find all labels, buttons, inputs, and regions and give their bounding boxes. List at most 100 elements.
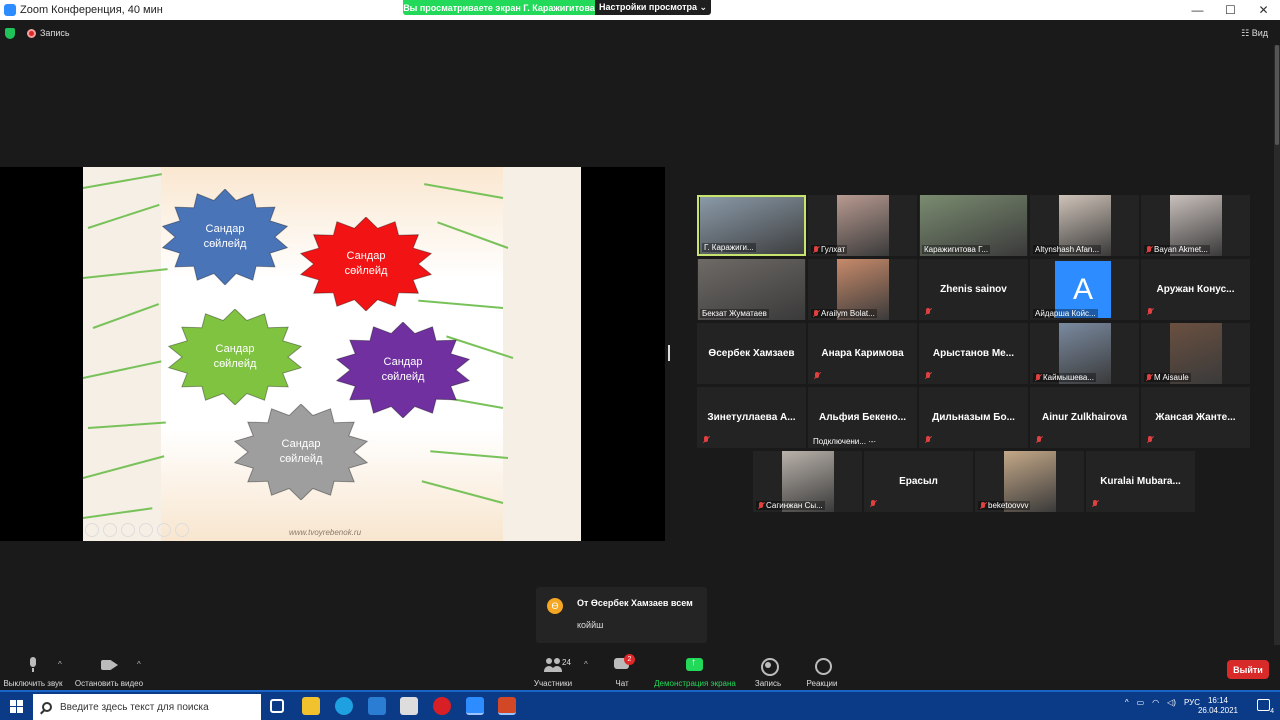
microphone-icon [24, 656, 42, 674]
participant-tile[interactable]: Жансая Жанте... [1141, 387, 1250, 448]
share-screen-button[interactable]: Демонстрация экрана [654, 650, 736, 688]
record-button[interactable]: Запись [752, 650, 784, 688]
chat-notification[interactable]: Ө От Өсербек Хамзаев всем коййш [536, 587, 707, 643]
participants-button[interactable]: Участники [532, 650, 574, 688]
participant-tile[interactable]: Өсербек Хамзаев [697, 323, 806, 384]
participant-tile[interactable]: Сагинжан Сы... [753, 451, 862, 512]
close-button[interactable]: ✕ [1247, 0, 1280, 20]
participant-name: Дильназым Бо... [932, 412, 1015, 423]
participant-tile[interactable]: Г. Каражиги... [697, 195, 806, 256]
participant-name-text: Гулхат [821, 245, 846, 254]
participant-tile[interactable]: Зинетуллаева А... [697, 387, 806, 448]
participant-tile[interactable]: Каражигитова Г... [919, 195, 1028, 256]
powerpoint-taskbar-icon[interactable] [498, 697, 516, 715]
view-button[interactable]: ☷ Вид [1241, 28, 1268, 39]
slide-next-icon[interactable] [103, 523, 117, 537]
participant-tile[interactable]: Альфия Бекено... Подключени... ·-· [808, 387, 917, 448]
participant-tile[interactable]: Bayan Akmet... [1141, 195, 1250, 256]
maximize-button[interactable]: ☐ [1214, 0, 1247, 20]
connection-status: Подключени... ·-· [813, 437, 877, 446]
slide-more-icon[interactable] [175, 523, 189, 537]
task-view-icon[interactable] [270, 699, 284, 713]
star-label: Сандар сөйлейд [279, 438, 323, 465]
zoom-app-icon [4, 4, 16, 16]
taskbar-search[interactable]: Введите здесь текст для поиска [33, 694, 261, 720]
video-options-caret[interactable]: ^ [137, 660, 141, 669]
leave-button[interactable]: Выйти [1227, 660, 1269, 679]
file-explorer-icon[interactable] [302, 697, 320, 715]
presentation-slide: Сандар сөйлейд Сандар сөйлейд Сандар сөйле… [83, 167, 581, 541]
participant-tile[interactable]: Altynshash Afan... [1030, 195, 1139, 256]
participant-name: Арыстанов Ме... [932, 348, 1015, 359]
slide-controls [85, 523, 189, 537]
slide-prev-icon[interactable] [85, 523, 99, 537]
notification-center-icon[interactable]: 4 [1257, 699, 1274, 715]
star-shape: Сандар сөйлейд [167, 308, 303, 406]
star-shape: Сандар сөйлейд [233, 403, 369, 501]
opera-browser-icon[interactable] [433, 697, 451, 715]
participant-tile[interactable]: beketoovvv [975, 451, 1084, 512]
muted-mic-icon [925, 372, 931, 380]
participant-name-text: Каражигитова Г... [924, 245, 989, 254]
participant-tile[interactable]: Арыстанов Ме... [919, 323, 1028, 384]
participant-name: Ainur Zulkhairova [1041, 412, 1127, 423]
mail-icon[interactable] [368, 697, 386, 715]
record-icon [759, 656, 779, 676]
participant-name: Жансая Жанте... [1155, 412, 1236, 423]
star-shape: Сандар сөйлейд [161, 188, 289, 286]
participants-options-caret[interactable]: ^ [584, 660, 588, 669]
participant-name: Каражигитова Г... [922, 245, 991, 254]
split-divider-handle[interactable] [668, 345, 670, 361]
mute-button[interactable]: Выключить звук [2, 650, 64, 688]
muted-mic-icon [814, 372, 820, 380]
store-icon[interactable] [400, 697, 418, 715]
chat-sender: От Өсербек Хамзаев всем [577, 598, 693, 608]
reactions-button[interactable]: Реакции [805, 650, 839, 688]
scrollbar-thumb[interactable] [1275, 45, 1279, 145]
reactions-label: Реакции [806, 679, 838, 688]
right-scrollbar[interactable] [1274, 45, 1280, 645]
participant-tile[interactable]: Гулхат [808, 195, 917, 256]
reactions-icon [813, 656, 832, 675]
wifi-icon[interactable]: ◠ [1152, 698, 1159, 707]
share-banner: Вы просматриваете экран Г. Каражигитова … [403, 0, 711, 15]
view-label: Вид [1251, 28, 1268, 38]
participant-tile[interactable]: Kuralai Mubara... [1086, 451, 1195, 512]
audio-options-caret[interactable]: ^ [58, 660, 62, 669]
slide-left-border [83, 167, 161, 541]
stop-video-button[interactable]: Остановить видео [74, 650, 144, 688]
participant-tile[interactable]: A Айдарша Койс... [1030, 259, 1139, 320]
participant-name-text: Бекзат Жуматаев [702, 309, 767, 318]
participant-name: Бекзат Жуматаев [700, 309, 769, 318]
taskbar-clock[interactable]: 16:14 26.04.2021 [1198, 696, 1238, 716]
participant-tile[interactable]: Каймышева... [1030, 323, 1139, 384]
muted-mic-icon [758, 501, 764, 510]
participant-tile[interactable]: Анара Каримова [808, 323, 917, 384]
search-icon [42, 702, 52, 712]
slide-pen-icon[interactable] [121, 523, 135, 537]
tray-chevron-icon[interactable]: ^ [1125, 698, 1129, 707]
edge-browser-icon[interactable] [335, 697, 353, 715]
participant-tile[interactable]: Дильназым Бо... [919, 387, 1028, 448]
view-settings-button[interactable]: Настройки просмотра ⌄ [595, 0, 711, 15]
participant-name-text: Arailym Bolat... [821, 309, 875, 318]
participant-tile[interactable]: Arailym Bolat... [808, 259, 917, 320]
participant-tile[interactable]: Аружан Конус... [1141, 259, 1250, 320]
volume-icon[interactable]: ◁) [1167, 698, 1176, 707]
recording-indicator[interactable]: Запись [40, 28, 70, 38]
windows-start-icon[interactable] [10, 700, 23, 713]
mute-label: Выключить звук [3, 679, 63, 688]
participant-tile[interactable]: Ерасыл [864, 451, 973, 512]
participant-tile[interactable]: Ainur Zulkhairova [1030, 387, 1139, 448]
slide-grid-icon[interactable] [139, 523, 153, 537]
zoom-taskbar-icon[interactable] [466, 697, 484, 715]
security-shield-icon[interactable] [5, 28, 15, 39]
participant-tile[interactable]: M Aisaule [1141, 323, 1250, 384]
participant-tile[interactable]: Бекзат Жуматаев [697, 259, 806, 320]
participant-tile[interactable]: Zhenis sainov [919, 259, 1028, 320]
minimize-button[interactable]: — [1181, 0, 1214, 20]
network-icon[interactable]: ▭ [1137, 698, 1145, 707]
participant-name: Zhenis sainov [940, 284, 1007, 295]
record-label: Запись [754, 679, 782, 688]
slide-zoom-icon[interactable] [157, 523, 171, 537]
